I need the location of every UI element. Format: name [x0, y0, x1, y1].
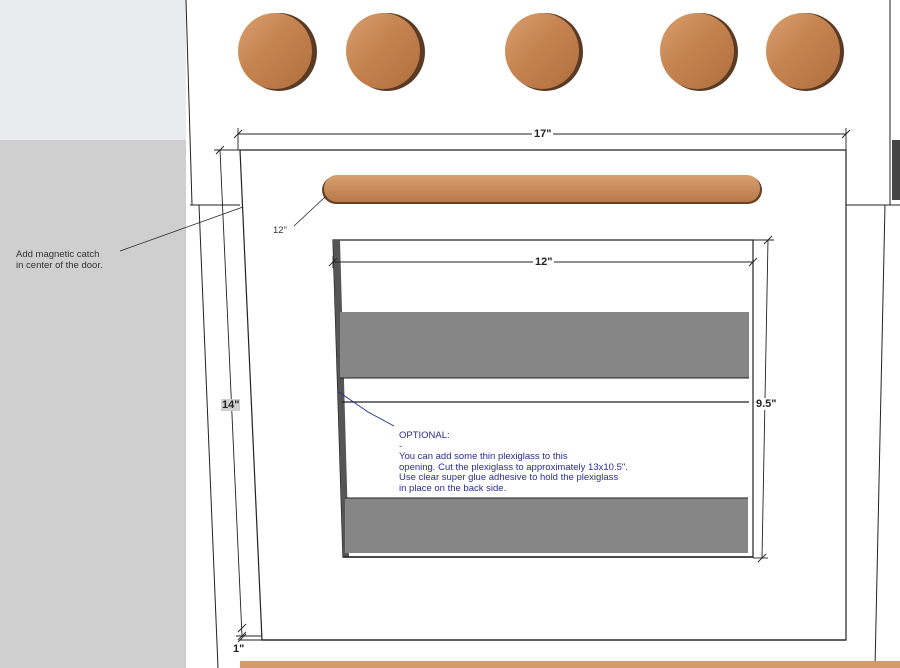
oven-door-diagram	[0, 0, 900, 668]
note-optional-plexiglass: OPTIONAL: - You can add some thin plexig…	[399, 430, 628, 495]
note-optional-line: in place on the back side.	[399, 482, 507, 494]
dimension-bottom-gap: 1"	[233, 643, 245, 655]
dimension-window-height: 9.5"	[754, 398, 779, 410]
door-handle	[322, 175, 762, 204]
dimension-door-width: 17"	[532, 128, 554, 140]
note-optional-title: OPTIONAL:	[399, 430, 450, 441]
dimension-door-height: 14"	[221, 399, 241, 411]
oven-window	[332, 239, 754, 558]
right-cabinet-edge	[892, 140, 900, 200]
dimension-window-width: 12"	[533, 256, 555, 268]
note-magnetic-catch-line: in center of the door.	[16, 260, 103, 271]
oven-rack-upper	[340, 312, 749, 378]
floor-wood-strip	[240, 661, 900, 668]
note-magnetic-catch: Add magnetic catch in center of the door…	[16, 249, 103, 271]
note-magnetic-catch-line: Add magnetic catch	[16, 249, 100, 260]
oven-rack-lower	[345, 498, 748, 553]
dimension-handle-length: 12"	[273, 225, 287, 236]
background-wall-top	[0, 0, 190, 140]
